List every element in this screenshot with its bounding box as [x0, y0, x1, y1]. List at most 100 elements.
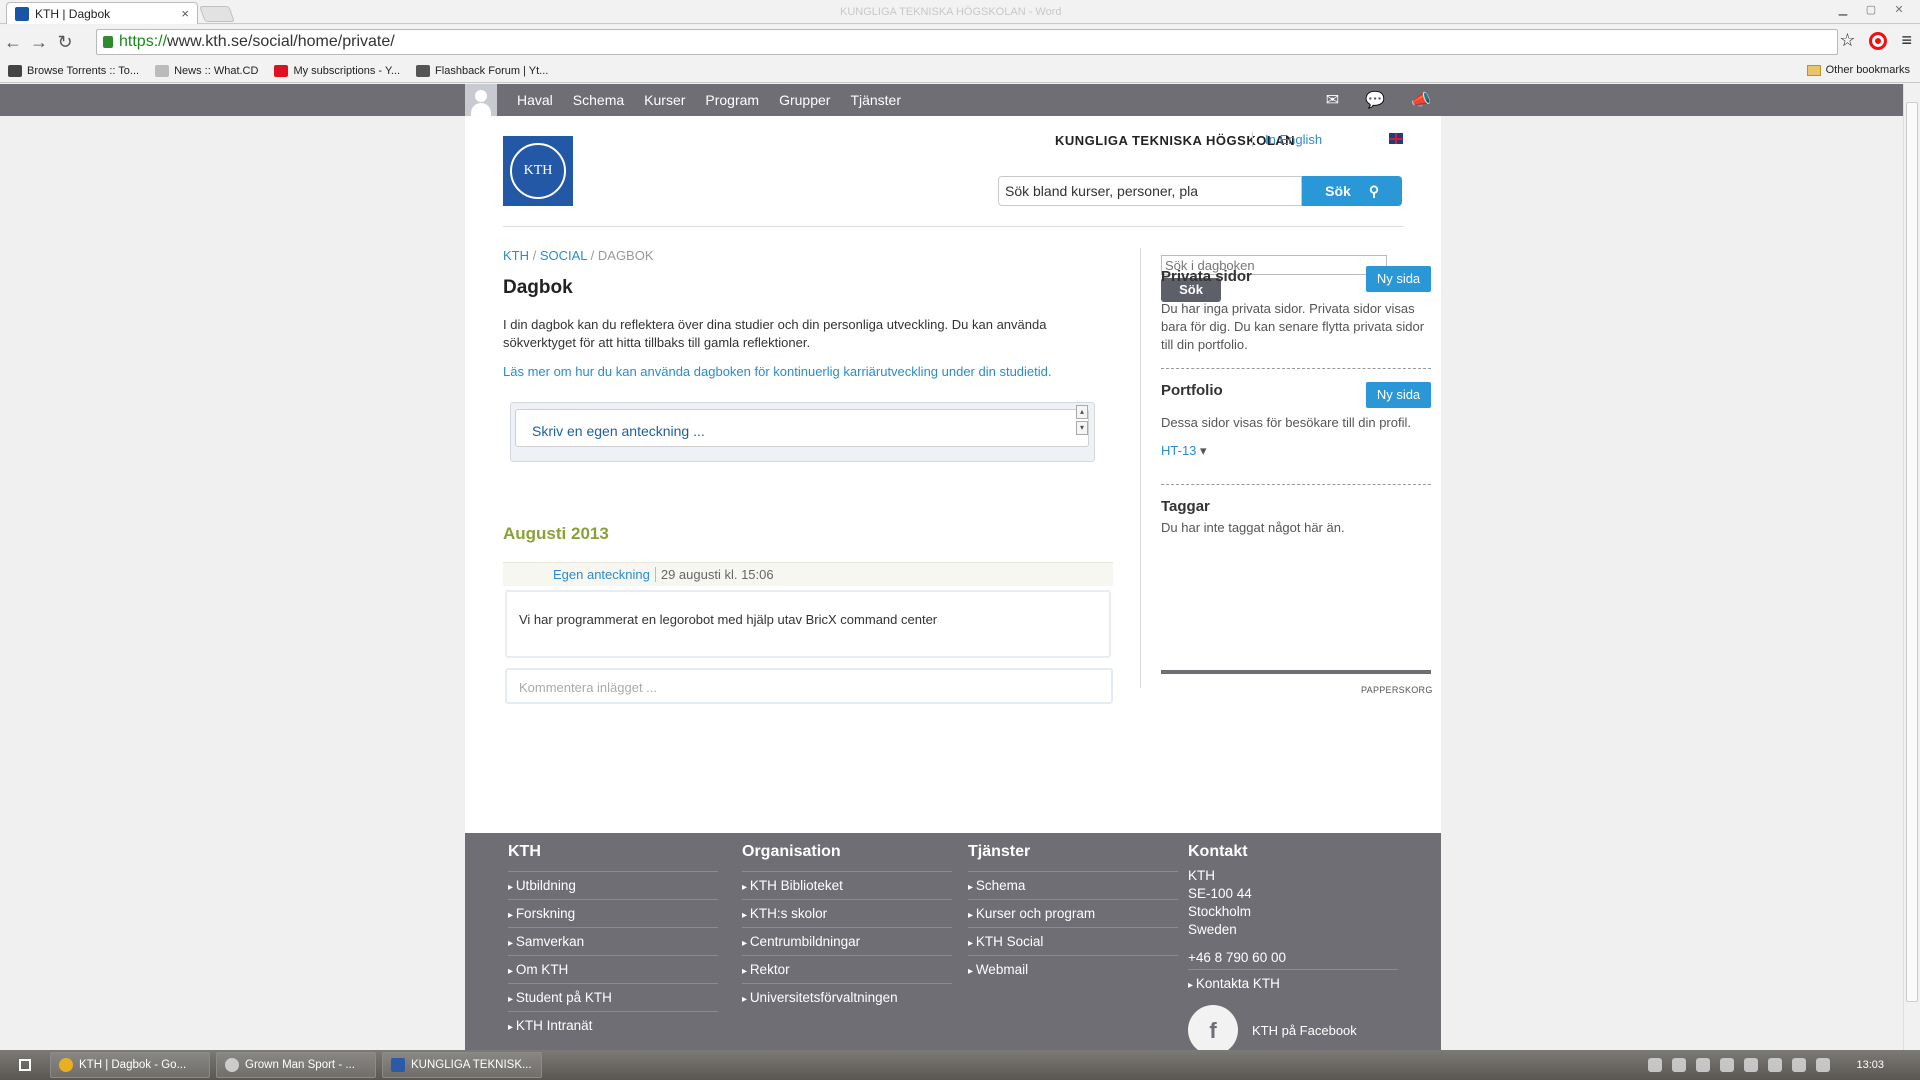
term-dropdown[interactable]: HT-13 ▾: [1161, 442, 1431, 460]
site-search: Sök ⚲: [998, 176, 1402, 206]
kth-favicon-icon: [15, 6, 29, 21]
comment-input[interactable]: Kommentera inlägget ...: [505, 668, 1113, 704]
footer-col-tjanster: Tjänster Schema Kurser och program KTH S…: [968, 843, 1178, 983]
new-tab-button[interactable]: [199, 6, 235, 22]
nav-grupper[interactable]: Grupper: [779, 92, 830, 108]
site-search-input[interactable]: [998, 176, 1303, 206]
footer-link[interactable]: Schema: [968, 871, 1178, 899]
other-bookmarks[interactable]: Other bookmarks: [1806, 64, 1910, 76]
minimize-button[interactable]: ▁: [1830, 2, 1856, 18]
tab-title: KTH | Dagbok: [35, 6, 111, 21]
editor-scrollbar[interactable]: ▴ ▾: [1076, 405, 1088, 437]
note-input[interactable]: Skriv en egen anteckning ...: [515, 409, 1089, 447]
page-title: Dagbok: [503, 277, 573, 298]
lock-icon: [103, 36, 113, 48]
entry-type-link[interactable]: Egen anteckning: [553, 567, 656, 582]
trash-link[interactable]: PAPPERSKORG: [1361, 685, 1433, 695]
steam-icon[interactable]: [1648, 1058, 1663, 1072]
tab-close-icon[interactable]: ×: [181, 6, 189, 21]
footer-link[interactable]: Universitetsförvaltningen: [742, 983, 952, 1011]
clock[interactable]: 13:03: [1856, 1059, 1884, 1071]
chrome-icon: [59, 1058, 73, 1072]
scroll-down-icon[interactable]: ▾: [1076, 421, 1088, 435]
breadcrumb-social[interactable]: SOCIAL: [540, 248, 587, 263]
chrome-menu-icon[interactable]: ≡: [1901, 30, 1912, 51]
page-scrollbar[interactable]: [1903, 84, 1920, 1050]
taskbar-chrome[interactable]: KTH | Dagbok - Go...: [50, 1052, 210, 1078]
nav-haval[interactable]: Haval: [517, 92, 553, 108]
breadcrumb-kth[interactable]: KTH: [503, 248, 529, 263]
kth-logo[interactable]: KTH: [503, 136, 573, 206]
footer-link[interactable]: KTH Intranät: [508, 1011, 718, 1039]
new-portfolio-page-button[interactable]: Ny sida: [1366, 382, 1431, 408]
note-editor: Skriv en egen anteckning ... ▴ ▾: [510, 402, 1095, 462]
browser-tab[interactable]: KTH | Dagbok ×: [6, 2, 198, 24]
nav-schema[interactable]: Schema: [573, 92, 624, 108]
start-button[interactable]: [0, 1050, 50, 1080]
network-icon[interactable]: [1672, 1058, 1687, 1072]
footer-link[interactable]: Student på KTH: [508, 983, 718, 1011]
footer-link[interactable]: Rektor: [742, 955, 952, 983]
phone-number: +46 8 790 60 00: [1188, 950, 1286, 965]
check-icon[interactable]: [1744, 1058, 1759, 1072]
facebook-icon: f: [1188, 1005, 1238, 1050]
bookmark-item[interactable]: News :: What.CD: [155, 64, 258, 77]
footer-link[interactable]: Webmail: [968, 955, 1178, 983]
facebook-link[interactable]: f KTH på Facebook: [1188, 1005, 1398, 1050]
site-search-button[interactable]: Sök ⚲: [1302, 176, 1402, 206]
speaker-icon[interactable]: [1696, 1058, 1711, 1072]
footer-link[interactable]: KTH:s skolor: [742, 899, 952, 927]
month-heading: Augusti 2013: [503, 524, 609, 543]
footer-link[interactable]: Forskning: [508, 899, 718, 927]
nav-tjanster[interactable]: Tjänster: [850, 92, 901, 108]
megaphone-icon[interactable]: 📣: [1411, 90, 1431, 110]
monitor-icon[interactable]: [1792, 1058, 1807, 1072]
portfolio-text: Dessa sidor visas för besökare till din …: [1161, 415, 1411, 430]
taskbar-word[interactable]: KUNGLIGA TEKNISK...: [382, 1052, 542, 1078]
scroll-up-icon[interactable]: ▴: [1076, 405, 1088, 419]
contact-kth-link[interactable]: Kontakta KTH: [1188, 969, 1398, 997]
forward-button[interactable]: →: [26, 32, 52, 53]
chat-icon[interactable]: 💬: [1365, 90, 1385, 110]
nav-program[interactable]: Program: [705, 92, 759, 108]
mail-icon[interactable]: ✉: [1326, 90, 1339, 110]
address-bar[interactable]: https:// www.kth.se/social/home/private/: [96, 29, 1838, 55]
youtube-icon: [274, 64, 289, 77]
kth-seal-icon: KTH: [510, 143, 566, 199]
footer-link[interactable]: Samverkan: [508, 927, 718, 955]
footer-link[interactable]: Om KTH: [508, 955, 718, 983]
scrollbar-thumb[interactable]: [1906, 102, 1918, 1002]
footer-link[interactable]: Centrumbildningar: [742, 927, 952, 955]
footer-link[interactable]: Kurser och program: [968, 899, 1178, 927]
portfolio-section: Portfolio Ny sida Dessa sidor visas för …: [1161, 382, 1431, 460]
in-english-link[interactable]: In English: [1252, 132, 1322, 147]
system-tray: 13:03: [1648, 1058, 1884, 1072]
footer-tjanster-title: Tjänster: [968, 843, 1031, 860]
opera-extension-icon[interactable]: [1869, 31, 1888, 50]
footer-link[interactable]: KTH Social: [968, 927, 1178, 955]
bookmark-item[interactable]: Flashback Forum | Yt...: [416, 64, 548, 77]
bookmark-favicon-icon: [416, 64, 431, 77]
volume-icon[interactable]: [1768, 1058, 1783, 1072]
footer-link[interactable]: KTH Biblioteket: [742, 871, 952, 899]
bookmark-favicon-icon: [8, 64, 22, 77]
back-button[interactable]: ←: [0, 32, 26, 53]
taskbar-window[interactable]: Grown Man Sport - ...: [216, 1052, 376, 1078]
uk-flag-icon[interactable]: [1389, 133, 1403, 144]
address: KTH SE-100 44 Stockholm Sweden +46 8 790…: [1188, 867, 1398, 967]
read-more-link[interactable]: Läs mer om hur du kan använda dagboken f…: [503, 364, 1052, 379]
reload-button[interactable]: ↻: [52, 32, 78, 53]
utorrent-icon[interactable]: [1816, 1058, 1831, 1072]
bookmark-item[interactable]: Browse Torrents :: To...: [8, 64, 139, 77]
footer-link[interactable]: Utbildning: [508, 871, 718, 899]
app-icon: [225, 1058, 239, 1072]
tray-app-icon[interactable]: [1720, 1058, 1735, 1072]
close-window-button[interactable]: ✕: [1886, 2, 1912, 18]
nav-kurser[interactable]: Kurser: [644, 92, 685, 108]
maximize-button[interactable]: ▢: [1858, 2, 1884, 18]
new-private-page-button[interactable]: Ny sida: [1366, 266, 1431, 292]
bookmark-star-icon[interactable]: ☆: [1839, 30, 1855, 51]
trash-bar: [1161, 670, 1431, 674]
bookmark-item[interactable]: My subscriptions - Y...: [274, 64, 400, 77]
avatar[interactable]: [465, 84, 497, 116]
